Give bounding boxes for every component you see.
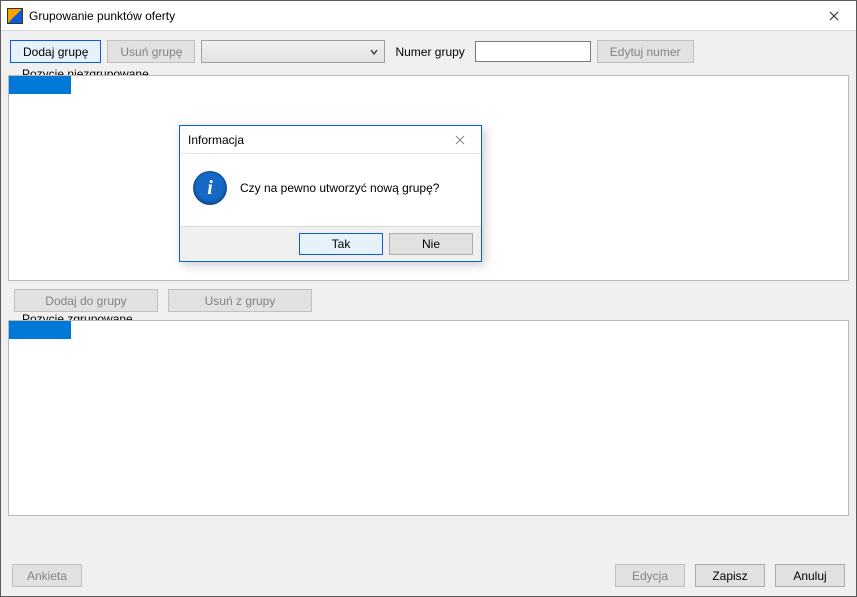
info-icon: i [194, 172, 226, 204]
client-area: Dodaj grupę Usuń grupę Numer grupy Edytu… [1, 31, 856, 596]
dialog-yes-button[interactable]: Tak [299, 233, 383, 255]
toolbar: Dodaj grupę Usuń grupę Numer grupy Edytu… [4, 34, 853, 69]
cancel-button[interactable]: Anuluj [775, 564, 845, 587]
dialog-titlebar: Informacja [180, 126, 481, 154]
main-window: Grupowanie punktów oferty Dodaj grupę Us… [0, 0, 857, 597]
save-button[interactable]: Zapisz [695, 564, 765, 587]
app-icon [7, 8, 23, 24]
dialog-close-icon[interactable] [447, 130, 473, 150]
survey-button[interactable]: Ankieta [12, 564, 82, 587]
remove-from-group-button[interactable]: Usuń z grupy [168, 289, 312, 312]
chevron-down-icon [370, 48, 378, 56]
edit-number-button[interactable]: Edytuj numer [597, 40, 694, 63]
list-item[interactable] [9, 76, 71, 94]
confirm-dialog: Informacja i Czy na pewno utworzyć nową … [179, 125, 482, 262]
grouped-list[interactable] [8, 320, 849, 516]
group-number-input[interactable] [475, 41, 591, 62]
edit-button[interactable]: Edycja [615, 564, 685, 587]
dialog-message: Czy na pewno utworzyć nową grupę? [240, 181, 439, 195]
dialog-title: Informacja [188, 133, 244, 147]
dialog-no-button[interactable]: Nie [389, 233, 473, 255]
dialog-body: i Czy na pewno utworzyć nową grupę? [180, 154, 481, 226]
dialog-actions: Tak Nie [180, 226, 481, 261]
group-number-label: Numer grupy [391, 45, 468, 59]
group-combo[interactable] [201, 40, 385, 63]
remove-group-button[interactable]: Usuń grupę [107, 40, 195, 63]
list-item[interactable] [9, 321, 71, 339]
add-to-group-button[interactable]: Dodaj do grupy [14, 289, 158, 312]
footer: Ankieta Edycja Zapisz Anuluj [4, 558, 853, 593]
window-title: Grupowanie punktów oferty [23, 9, 812, 23]
titlebar: Grupowanie punktów oferty [1, 1, 856, 31]
grouped-groupbox: Pozycje zgrupowane [8, 320, 849, 516]
add-group-button[interactable]: Dodaj grupę [10, 40, 101, 63]
close-icon[interactable] [812, 1, 856, 31]
